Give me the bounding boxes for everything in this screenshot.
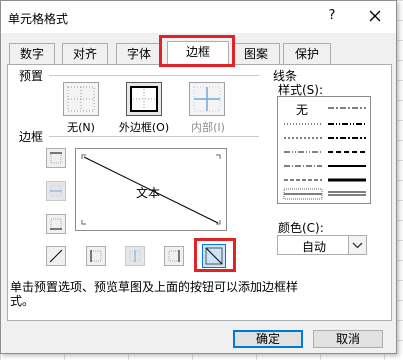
preset-inside-button[interactable] [189, 82, 225, 116]
border-diagonal-up-button[interactable] [46, 246, 66, 266]
close-button[interactable] [363, 4, 387, 28]
border-group-label: 边框 [19, 130, 44, 144]
preset-none-label: 无(N) [67, 121, 95, 134]
title-bar: 单元格格式 ? [1, 1, 396, 33]
preset-outline-label: 外边框(O) [118, 121, 170, 134]
dialog-title: 单元格格式 [8, 12, 69, 26]
border-top-icon [50, 152, 62, 164]
border-bottom-icon [50, 218, 62, 230]
line-style-list[interactable]: 无 [277, 96, 371, 204]
preset-outline-button[interactable] [126, 82, 162, 116]
instructions-text: 单击预置选项、预览草图及上面的按钮可以添加边框样式。 [10, 280, 299, 308]
border-bottom-button[interactable] [46, 214, 66, 234]
preset-inside-label: 内部(I) [191, 121, 225, 134]
color-value: 自动 [302, 240, 327, 254]
border-diagonal-down-button[interactable] [202, 244, 226, 268]
tab-protection[interactable]: 保护 [283, 43, 331, 64]
border-right-button[interactable] [164, 246, 184, 266]
border-preview[interactable]: 文本 [75, 148, 227, 231]
ok-button[interactable]: 确定 [233, 330, 303, 348]
tab-font[interactable]: 字体 [116, 43, 162, 64]
border-inside-vertical-icon [129, 250, 141, 262]
border-divider [49, 136, 259, 137]
close-icon [369, 10, 381, 22]
border-inside-vertical-button[interactable] [125, 246, 145, 266]
preset-none-icon [67, 86, 95, 112]
preset-inside-icon [193, 86, 221, 112]
chevron-down-icon[interactable] [348, 236, 366, 254]
tab-pattern[interactable]: 图案 [232, 43, 280, 64]
color-label: 颜色(C): [278, 221, 324, 235]
cancel-button[interactable]: 取消 [313, 330, 383, 348]
border-left-button[interactable] [86, 246, 106, 266]
help-button[interactable]: ? [323, 8, 341, 26]
color-dropdown[interactable]: 自动 [277, 235, 367, 255]
presets-divider [49, 75, 259, 76]
diagonal-up-icon [49, 249, 63, 263]
tab-alignment[interactable]: 对齐 [62, 43, 108, 64]
border-left-icon [90, 250, 102, 262]
border-inside-horizontal-button[interactable] [46, 181, 66, 201]
format-cells-dialog: 单元格格式 ? 数字 对齐 字体 边框 图案 保护 预置 无(N) 外边框(O)… [0, 0, 397, 354]
tab-border[interactable]: 边框 [167, 41, 229, 66]
tab-number[interactable]: 数字 [9, 43, 55, 64]
presets-group-label: 预置 [19, 69, 44, 83]
border-inside-horizontal-icon [50, 185, 62, 197]
preset-none-button[interactable] [63, 82, 99, 116]
diagonal-down-icon [205, 247, 223, 265]
preset-outline-icon [130, 86, 158, 112]
line-style-swatches [283, 107, 366, 200]
border-top-button[interactable] [46, 148, 66, 168]
tab-strip: 数字 对齐 字体 边框 图案 保护 [7, 41, 387, 66]
border-right-icon [168, 250, 180, 262]
preview-text: 文本 [136, 186, 161, 200]
